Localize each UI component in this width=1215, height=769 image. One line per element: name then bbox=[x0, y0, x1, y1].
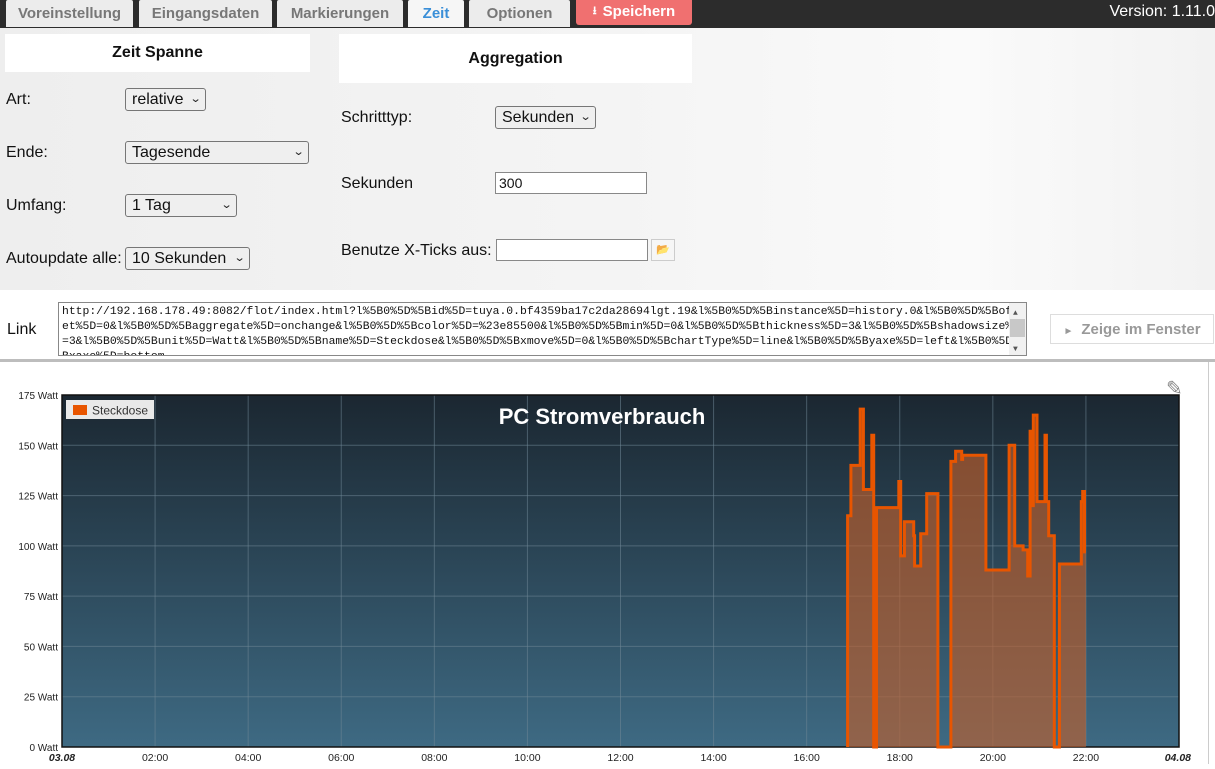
download-icon: ⭳ bbox=[592, 5, 597, 17]
chart-svg: 0 Watt25 Watt50 Watt75 Watt100 Watt125 W… bbox=[18, 362, 1209, 764]
y-tick-label: 150 Watt bbox=[18, 441, 58, 452]
art-select[interactable]: relative ⌄ bbox=[125, 88, 206, 111]
aggregation-heading: Aggregation bbox=[339, 34, 692, 83]
sekunden-label: Sekunden bbox=[341, 175, 414, 192]
x-tick-label: 20:00 bbox=[980, 752, 1006, 764]
tab-markierungen[interactable]: Markierungen bbox=[277, 0, 403, 27]
zeit-spanne-heading: Zeit Spanne bbox=[5, 34, 310, 72]
top-bar: Voreinstellung Eingangsdaten Markierunge… bbox=[0, 0, 1215, 28]
ende-select[interactable]: Tagesende ⌄ bbox=[125, 141, 309, 164]
x-tick-label: 08:00 bbox=[421, 752, 447, 764]
legend-swatch bbox=[73, 405, 87, 415]
art-select-value: relative bbox=[132, 91, 184, 108]
chevron-down-icon: ⌄ bbox=[220, 199, 233, 211]
schritttyp-select-value: Sekunden bbox=[502, 109, 575, 126]
x-tick-label: 14:00 bbox=[700, 752, 726, 764]
art-label: Art: bbox=[6, 91, 31, 108]
umfang-label: Umfang: bbox=[6, 197, 67, 214]
folder-open-icon[interactable]: 📂 bbox=[651, 239, 675, 261]
autoupdate-select[interactable]: 10 Sekunden ⌄ bbox=[125, 247, 250, 270]
link-label: Link bbox=[7, 321, 37, 338]
autoupdate-label: Autoupdate alle: bbox=[6, 250, 122, 267]
settings-panel: Zeit Spanne Aggregation Art: relative ⌄ E… bbox=[0, 28, 1215, 290]
x-tick-label: 02:00 bbox=[142, 752, 168, 764]
tab-optionen[interactable]: Optionen bbox=[469, 0, 570, 27]
schritttyp-select[interactable]: Sekunden ⌄ bbox=[495, 106, 596, 129]
version-label: Version: 1.11.0 bbox=[1109, 3, 1215, 20]
xticks-label: Benutze X-Ticks aus: bbox=[341, 242, 492, 259]
chart-title: PC Stromverbrauch bbox=[499, 404, 706, 429]
chevron-down-icon: ⌄ bbox=[579, 111, 592, 123]
show-in-window-label: Zeige im Fenster bbox=[1081, 321, 1201, 338]
tab-voreinstellung[interactable]: Voreinstellung bbox=[6, 0, 133, 27]
save-button-label: Speichern bbox=[602, 3, 676, 20]
chevron-down-icon: ⌄ bbox=[189, 93, 202, 105]
x-tick-label: 12:00 bbox=[607, 752, 633, 764]
tab-zeit[interactable]: Zeit bbox=[408, 0, 464, 27]
legend: Steckdose bbox=[66, 400, 154, 419]
y-tick-label: 50 Watt bbox=[24, 642, 58, 653]
schritttyp-label: Schritttyp: bbox=[341, 109, 413, 126]
chevron-down-icon: ⌄ bbox=[292, 146, 305, 158]
show-in-window-button[interactable]: ► Zeige im Fenster bbox=[1050, 314, 1214, 344]
chart-area: 0 Watt 25 Watt 50 Watt 75 Watt 100 Watt 125 W… bbox=[0, 362, 1215, 764]
x-tick-label: 10:00 bbox=[514, 752, 540, 764]
x-tick-label: 03.08 bbox=[49, 752, 75, 764]
umfang-select[interactable]: 1 Tag ⌄ bbox=[125, 194, 237, 217]
y-tick-label: 125 Watt bbox=[18, 492, 58, 503]
chevron-down-icon: ⌄ bbox=[233, 252, 246, 264]
x-tick-label: 22:00 bbox=[1073, 752, 1099, 764]
x-tick-label: 04:00 bbox=[235, 752, 261, 764]
link-textarea[interactable]: http://192.168.178.49:8082/flot/index.ht… bbox=[58, 302, 1027, 356]
y-tick-label: 25 Watt bbox=[24, 693, 58, 704]
x-tick-label: 04.08 bbox=[1165, 752, 1191, 764]
save-button[interactable]: ⭳ Speichern bbox=[576, 0, 692, 25]
sekunden-input[interactable]: 300 bbox=[495, 172, 647, 194]
ende-label: Ende: bbox=[6, 144, 48, 161]
legend-label: Steckdose bbox=[92, 404, 148, 418]
y-tick-label: 75 Watt bbox=[24, 592, 58, 603]
x-tick-label: 16:00 bbox=[794, 752, 820, 764]
tab-eingangsdaten[interactable]: Eingangsdaten bbox=[139, 0, 272, 27]
scroll-down-icon[interactable]: ▼ bbox=[1013, 342, 1018, 355]
x-tick-label: 06:00 bbox=[328, 752, 354, 764]
scroll-thumb[interactable] bbox=[1010, 319, 1025, 337]
y-tick-label: 100 Watt bbox=[18, 542, 58, 553]
link-row: Link http://192.168.178.49:8082/flot/ind… bbox=[0, 290, 1215, 362]
edit-pencil-icon[interactable]: ✎ bbox=[1166, 376, 1183, 401]
autoupdate-select-value: 10 Sekunden bbox=[132, 250, 227, 267]
y-tick-label: 175 Watt bbox=[18, 391, 58, 402]
umfang-select-value: 1 Tag bbox=[132, 197, 171, 214]
link-scrollbar[interactable]: ▲ ▼ bbox=[1009, 303, 1026, 355]
play-icon: ► bbox=[1063, 326, 1074, 337]
xticks-input[interactable] bbox=[496, 239, 648, 261]
link-url: http://192.168.178.49:8082/flot/index.ht… bbox=[62, 306, 1026, 355]
x-tick-label: 18:00 bbox=[887, 752, 913, 764]
ende-select-value: Tagesende bbox=[132, 144, 211, 161]
